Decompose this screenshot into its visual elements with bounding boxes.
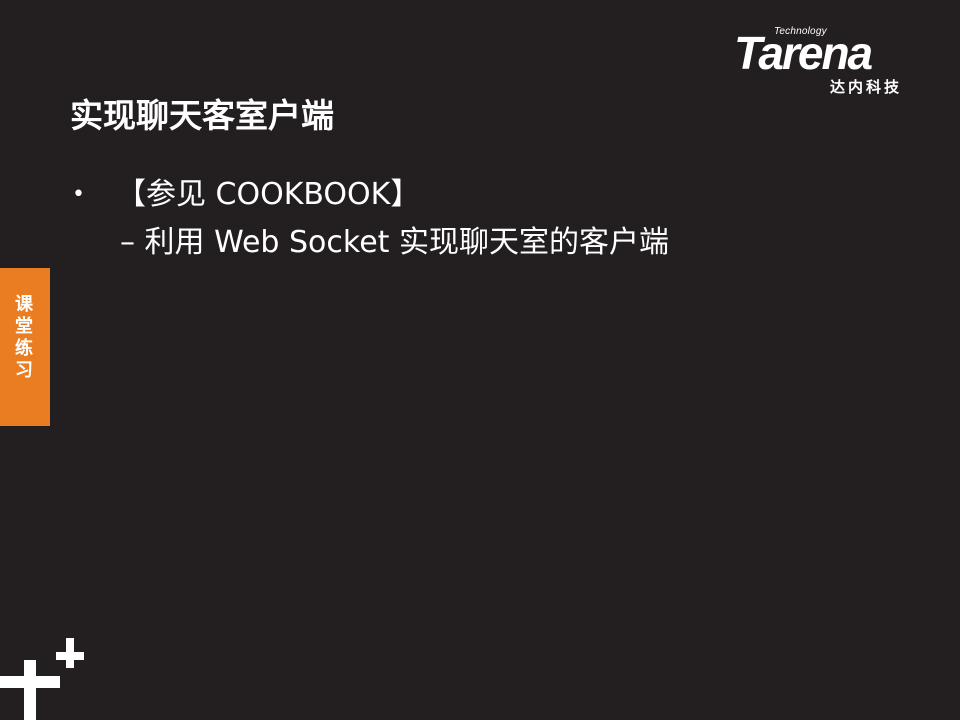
- classroom-exercise-tab: 课堂练习: [0, 268, 50, 426]
- bullet-text: 【参见 COOKBOOK】: [116, 177, 421, 212]
- plus-small-vertical: [66, 638, 74, 668]
- sub-bullet-item: – 利用 Web Socket 实现聊天室的客户端: [120, 225, 669, 260]
- slide-title: 实现聊天客室户端: [70, 96, 334, 135]
- plus-large-vertical: [24, 660, 36, 720]
- logo-wordmark: Tarena: [734, 27, 873, 79]
- side-tab-label: 课堂练习: [15, 294, 33, 381]
- bullet-item: • 【参见 COOKBOOK】: [72, 174, 420, 216]
- tarena-logo: Technology Tarena 达内科技: [730, 26, 930, 98]
- logo-chinese-text: 达内科技: [830, 78, 903, 96]
- bullet-dot-icon: •: [72, 182, 85, 207]
